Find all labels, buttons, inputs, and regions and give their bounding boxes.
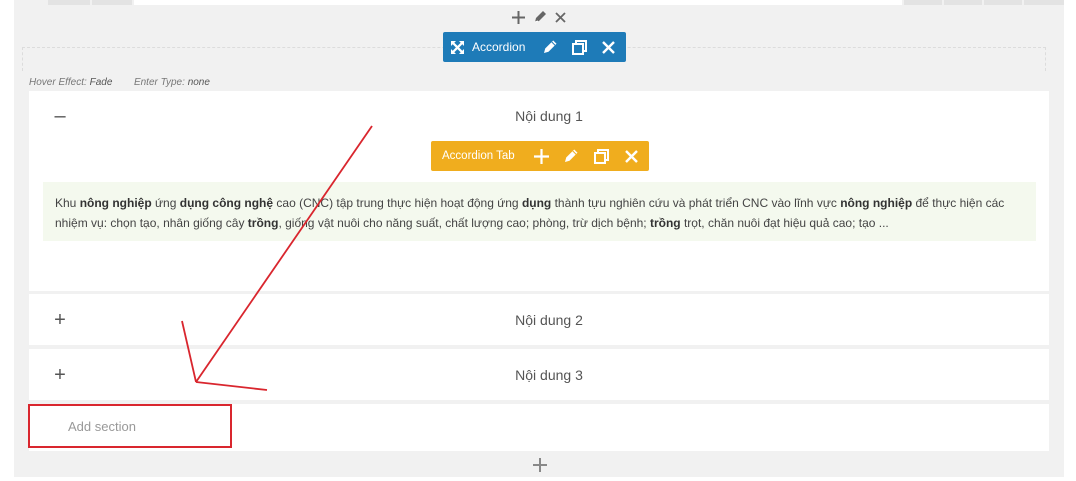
- content-text: ứng: [151, 196, 180, 210]
- content-text: cao (CNC) tập trung thực hiện hoạt động …: [273, 196, 522, 210]
- pencil-icon[interactable]: [531, 9, 548, 26]
- section-content[interactable]: Khu nông nghiệp ứng dụng công nghệ cao (…: [43, 182, 1036, 241]
- keyword-bold: nông nghiệp: [79, 196, 152, 210]
- enter-type-label: Enter Type:: [133, 77, 185, 88]
- move-icon[interactable]: [450, 40, 465, 55]
- accordion-toolbar: Accordion: [443, 32, 626, 62]
- content-text: Khu: [55, 196, 80, 210]
- content-text: thành tựu nghiên cứu và phát triển CNC v…: [551, 196, 841, 210]
- close-icon[interactable]: [621, 146, 641, 166]
- accordion-section-3: + Nội dung 3: [29, 349, 1049, 400]
- plus-icon[interactable]: [531, 146, 551, 166]
- pencil-icon[interactable]: [540, 37, 560, 57]
- keyword-bold: trồng: [247, 216, 279, 230]
- add-section-panel: [29, 404, 1049, 451]
- hover-effect-label: Hover Effect:: [29, 77, 87, 88]
- content-text: trọt, chăn nuôi đạt hiệu quả cao; tạo ..…: [680, 216, 889, 230]
- hover-effect-value: Fade: [89, 77, 113, 88]
- plus-icon[interactable]: [510, 9, 527, 26]
- accordion-label: Accordion: [472, 40, 526, 54]
- section-title[interactable]: Nội dung 3: [29, 367, 1069, 383]
- section-title[interactable]: Nội dung 1: [29, 108, 1069, 124]
- add-section-button[interactable]: Add section: [68, 419, 136, 434]
- top-strip: [14, 0, 1064, 5]
- keyword-bold: dụng công nghệ: [179, 196, 274, 210]
- accordion-tab-label: Accordion Tab: [442, 150, 515, 162]
- keyword-bold: dụng: [521, 196, 552, 210]
- keyword-bold: nông nghiệp: [840, 196, 913, 210]
- accordion-section-2: + Nội dung 2: [29, 294, 1049, 345]
- row-controls: [510, 8, 569, 26]
- pencil-icon[interactable]: [561, 146, 581, 166]
- section-title[interactable]: Nội dung 2: [29, 312, 1069, 328]
- content-text: , giống vật nuôi cho năng suất, chất lượ…: [278, 216, 650, 230]
- plus-icon[interactable]: [531, 456, 549, 474]
- duplicate-icon[interactable]: [569, 37, 589, 57]
- enter-type-value: none: [187, 77, 210, 88]
- close-icon[interactable]: [552, 9, 569, 26]
- close-icon[interactable]: [598, 37, 618, 57]
- keyword-bold: trồng: [649, 216, 681, 230]
- duplicate-icon[interactable]: [591, 146, 611, 166]
- accordion-tab-toolbar: Accordion Tab: [431, 141, 649, 171]
- accordion-meta: Hover Effect: Fade Enter Type: none: [29, 77, 210, 88]
